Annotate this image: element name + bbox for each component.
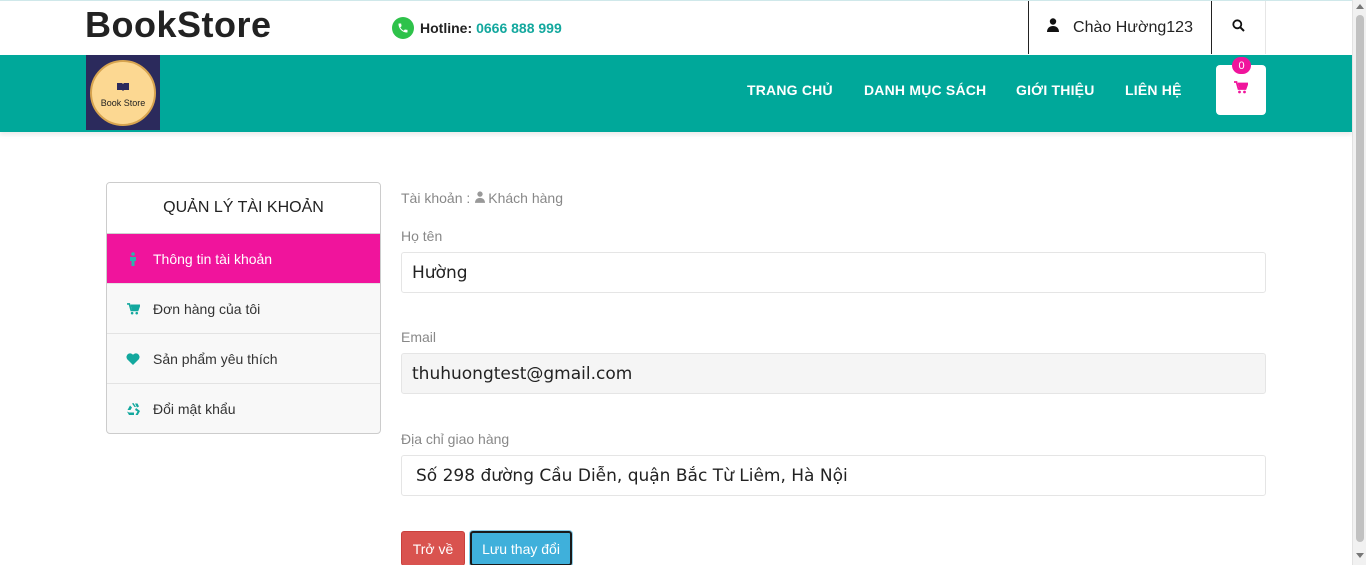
sidebar-item-label: Thông tin tài khoản <box>153 250 273 267</box>
hotline-label: Hotline: <box>420 20 473 36</box>
breadcrumb: Tài khoản : Khách hàng <box>401 190 563 206</box>
user-icon <box>1047 18 1060 37</box>
breadcrumb-prefix: Tài khoản : <box>401 190 471 206</box>
book-icon <box>116 78 130 96</box>
sidebar-item-label: Sản phẩm yêu thích <box>153 350 278 367</box>
cart-count-badge: 0 <box>1232 57 1251 74</box>
nav-categories[interactable]: DANH MỤC SÁCH <box>864 82 986 98</box>
email-label: Email <box>401 329 437 345</box>
scroll-down-arrow-icon[interactable] <box>1356 553 1364 558</box>
cart-icon <box>1234 81 1249 99</box>
sidebar-item-change-password[interactable]: Đổi mật khẩu <box>107 384 380 433</box>
hotline-number[interactable]: 0666 888 999 <box>476 20 562 36</box>
nav-home[interactable]: TRANG CHỦ <box>747 82 833 98</box>
breadcrumb-current: Khách hàng <box>488 190 563 206</box>
back-button[interactable]: Trở về <box>401 531 465 565</box>
cart-button[interactable]: 0 <box>1216 57 1266 115</box>
site-logo[interactable]: BookStore <box>85 3 272 47</box>
name-label: Họ tên <box>401 228 443 244</box>
email-field[interactable]: thuhuongtest@gmail.com <box>401 353 1266 394</box>
recycle-icon <box>125 402 141 416</box>
user-icon <box>475 190 486 206</box>
brand-label: Book Store <box>100 97 146 108</box>
name-field[interactable]: Hường <box>401 252 1266 293</box>
hotline: Hotline: 0666 888 999 <box>392 17 562 39</box>
sidebar-item-label: Đổi mật khẩu <box>153 401 236 417</box>
main-navbar: Book Store TRANG CHỦ DANH MỤC SÁCH GIỚI … <box>0 55 1352 132</box>
greeting-text: Chào Hường123 <box>1073 18 1193 36</box>
scroll-up-arrow-icon[interactable] <box>1356 4 1364 9</box>
search-icon <box>1232 18 1245 37</box>
address-field[interactable]: Số 298 đường Cầu Diễn, quận Bắc Từ Liêm,… <box>401 455 1266 496</box>
sidebar-item-favorites[interactable]: Sản phẩm yêu thích <box>107 334 380 384</box>
sidebar-item-account-info[interactable]: Thông tin tài khoản <box>107 234 380 284</box>
scroll-thumb[interactable] <box>1356 15 1364 542</box>
page-scrollbar[interactable] <box>1352 0 1366 565</box>
nav-contact[interactable]: LIÊN HỆ <box>1125 82 1182 98</box>
user-greeting[interactable]: Chào Hường123 <box>1028 1 1212 54</box>
phone-icon <box>392 17 414 39</box>
sidebar-title: QUẢN LÝ TÀI KHOẢN <box>107 183 380 234</box>
brand-logo[interactable]: Book Store <box>86 55 160 130</box>
cart-icon <box>125 302 141 315</box>
address-label: Địa chỉ giao hàng <box>401 431 510 447</box>
person-icon <box>125 251 141 266</box>
heart-icon <box>125 352 141 365</box>
sidebar-item-orders[interactable]: Đơn hàng của tôi <box>107 284 380 334</box>
sidebar-item-label: Đơn hàng của tôi <box>153 300 261 317</box>
save-changes-button[interactable]: Lưu thay đổi <box>470 531 572 565</box>
top-header: BookStore Hotline: 0666 888 999 Chào Hườ… <box>0 0 1352 55</box>
search-button[interactable] <box>1212 1 1266 54</box>
account-sidebar: QUẢN LÝ TÀI KHOẢN Thông tin tài khoản Đơ… <box>106 182 381 434</box>
nav-about[interactable]: GIỚI THIỆU <box>1016 82 1095 98</box>
brand-badge: Book Store <box>90 59 156 126</box>
